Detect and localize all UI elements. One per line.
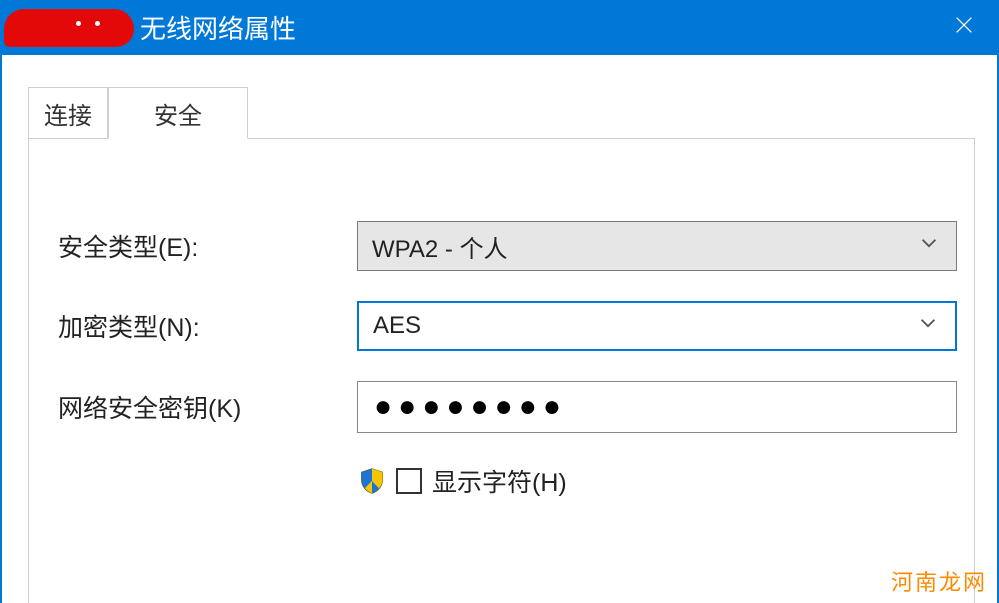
label-security-type: 安全类型(E): (58, 228, 357, 264)
select-encryption-type-value: AES (373, 312, 421, 340)
ssid-redaction (4, 9, 134, 47)
label-show-characters: 显示字符(H) (432, 463, 567, 499)
tab-strip: 连接 安全 (2, 55, 997, 145)
row-security-type: 安全类型(E): WPA2 - 个人 (58, 221, 957, 271)
row-show-characters: 显示字符(H) (358, 463, 957, 499)
watermark-text: 河南龙网 (891, 565, 987, 597)
select-security-type-value: WPA2 - 个人 (372, 229, 508, 264)
input-network-key-wrapper (357, 381, 957, 433)
select-encryption-type[interactable]: AES (357, 301, 957, 351)
label-encryption-type: 加密类型(N): (58, 308, 357, 344)
security-form: 安全类型(E): WPA2 - 个人 加密类型(N): AES 网络安全密钥(K… (58, 221, 957, 499)
row-network-key: 网络安全密钥(K) (58, 381, 957, 433)
chevron-down-icon (918, 232, 940, 261)
close-icon (953, 12, 975, 43)
tab-security[interactable]: 安全 (108, 87, 248, 139)
window-titlebar: 无线网络属性 (0, 0, 999, 55)
row-encryption-type: 加密类型(N): AES (58, 301, 957, 351)
tab-connection[interactable]: 连接 (28, 87, 108, 139)
client-area: 连接 安全 安全类型(E): WPA2 - 个人 加密类型(N): AES (0, 55, 999, 603)
close-button[interactable] (929, 0, 999, 55)
select-security-type[interactable]: WPA2 - 个人 (357, 221, 957, 271)
chevron-down-icon (917, 312, 939, 341)
checkbox-show-characters[interactable] (396, 468, 422, 494)
uac-shield-icon (358, 467, 386, 495)
label-network-key: 网络安全密钥(K) (58, 389, 357, 425)
window-title: 无线网络属性 (140, 9, 296, 46)
input-network-key[interactable] (372, 389, 942, 425)
